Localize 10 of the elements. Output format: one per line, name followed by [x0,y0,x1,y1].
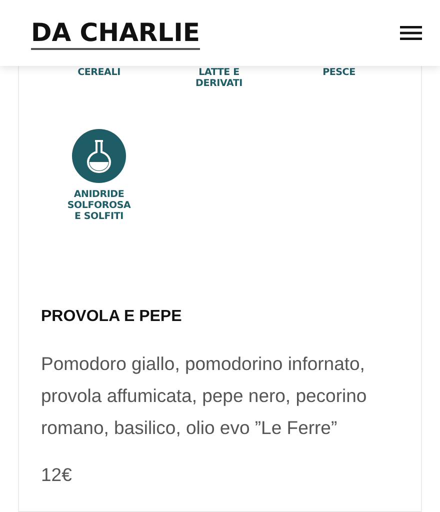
flask-icon [72,129,126,183]
dish-description: Pomodoro giallo, pomodorino infornato, provola affumicata, pepe nero, pecorino romano, basilico, olio evo ”Le Ferre” [41,352,368,440]
allergen-label: CEREALI [76,67,122,78]
dish-name: PROVOLA E PEPE [41,308,183,326]
menu-icon[interactable] [400,26,422,40]
dish-price: 12€ [41,464,73,486]
allergen-label: ANIDRIDE SOLFOROSA E SOLFITI [66,189,132,222]
allergen-label: PESCE [322,67,356,78]
logo[interactable]: DA CHARLIE [31,18,200,50]
allergen-label: LATTE E DERIVATI [194,67,244,89]
